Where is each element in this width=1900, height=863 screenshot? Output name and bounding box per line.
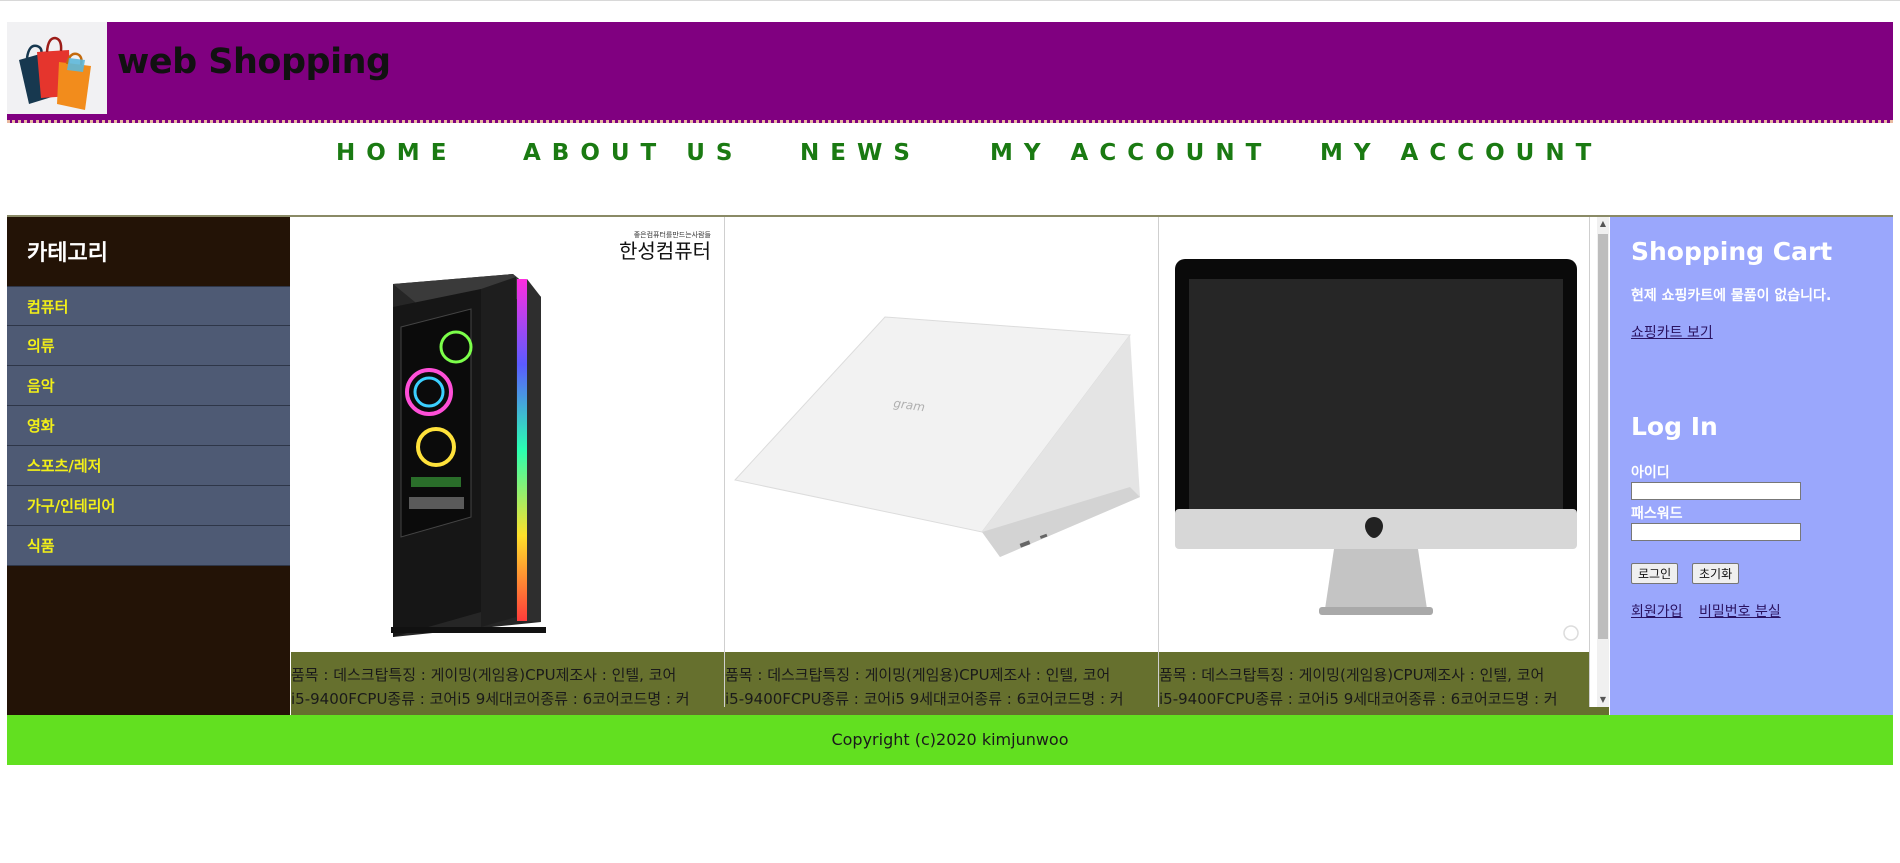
product-scrollbar[interactable]: ▲ ▼ bbox=[1597, 217, 1609, 707]
site-header: web Shopping bbox=[7, 22, 1893, 123]
product-desc-line-2: i5-9400FCPU종류 : 코어i5 9세대코어종류 : 6코어코드명 : … bbox=[725, 690, 1124, 707]
nav-my-account-2[interactable]: MY ACCOUNT bbox=[1320, 140, 1602, 166]
cart-login-panel: Shopping Cart 현제 쇼핑카트에 물품이 없습니다. 쇼핑카트 보기… bbox=[1610, 217, 1893, 715]
product-desc-line-1: 품목 : 데스크탑특징 : 게이밍(게임용)CPU제조사 : 인텔, 코어 bbox=[725, 666, 1111, 684]
login-button[interactable]: 로그인 bbox=[1631, 563, 1679, 584]
category-list: 컴퓨터 의류 음악 영화 스포츠/레저 가구/인테리어 식품 bbox=[7, 286, 290, 566]
main-nav: HOME ABOUT US NEWS MY ACCOUNT MY ACCOUNT bbox=[0, 140, 1900, 174]
imac-image[interactable] bbox=[1159, 217, 1590, 652]
brand-text: 한성컴퓨터 bbox=[619, 239, 711, 263]
category-item-movie[interactable]: 영화 bbox=[7, 406, 290, 446]
product-desc-line-1: 품목 : 데스크탑특징 : 게이밍(게임용)CPU제조사 : 인텔, 코어 bbox=[291, 666, 677, 684]
product-desc-line-2: i5-9400FCPU종류 : 코어i5 9세대코어종류 : 6코어코드명 : … bbox=[291, 690, 690, 707]
product-desc-line-2: i5-9400FCPU종류 : 코어i5 9세대코어종류 : 6코어코드명 : … bbox=[1159, 690, 1558, 707]
product-description: 품목 : 데스크탑특징 : 게이밍(게임용)CPU제조사 : 인텔, 코어 i5… bbox=[291, 652, 724, 707]
category-sidebar: 카테고리 컴퓨터 의류 음악 영화 스포츠/레저 가구/인테리어 식품 bbox=[7, 217, 290, 715]
id-label: 아이디 bbox=[1631, 465, 1670, 481]
find-password-link[interactable]: 비밀번호 분실 bbox=[1699, 601, 1781, 621]
scroll-thumb[interactable] bbox=[1598, 234, 1608, 639]
product-card[interactable]: gram 품목 : 데스크탑특징 : 게이밍(게임용)CPU제조사 : 인텔, … bbox=[725, 217, 1159, 707]
signup-link[interactable]: 회원가입 bbox=[1631, 601, 1683, 621]
category-item-computer[interactable]: 컴퓨터 bbox=[7, 286, 290, 326]
category-item-sports[interactable]: 스포츠/레저 bbox=[7, 446, 290, 486]
logo[interactable] bbox=[7, 22, 107, 114]
site-title: web Shopping bbox=[117, 42, 391, 82]
product-card[interactable]: 품목 : 데스크탑특징 : 게이밍(게임용)CPU제조사 : 인텔, 코어 i5… bbox=[1159, 217, 1590, 707]
cart-empty-text: 현제 쇼핑카트에 물품이 없습니다. bbox=[1631, 288, 1832, 304]
id-input[interactable] bbox=[1631, 482, 1801, 500]
nav-my-account[interactable]: MY ACCOUNT bbox=[990, 140, 1272, 166]
category-item-music[interactable]: 음악 bbox=[7, 366, 290, 406]
category-item-clothing[interactable]: 의류 bbox=[7, 326, 290, 366]
desktop-pc-case-image[interactable]: 좋은컴퓨터를만드는사람들 한성컴퓨터 bbox=[291, 217, 724, 652]
product-description: 품목 : 데스크탑특징 : 게이밍(게임용)CPU제조사 : 인텔, 코어 i5… bbox=[725, 652, 1158, 707]
reset-button[interactable]: 초기화 bbox=[1692, 563, 1740, 584]
product-card[interactable]: 좋은컴퓨터를만드는사람들 한성컴퓨터 품목: 데스크탑특징: 게이밍(게임용… bbox=[291, 217, 725, 707]
white-laptop-image[interactable]: gram bbox=[725, 217, 1158, 652]
category-title: 카테고리 bbox=[27, 241, 108, 266]
shopping-bags-icon bbox=[19, 36, 91, 110]
product-grid: 좋은컴퓨터를만드는사람들 한성컴퓨터 품목: 데스크탑특징: 게이밍(게임용… bbox=[291, 217, 1609, 715]
product-desc-line-1: 품목 : 데스크탑특징 : 게이밍(게임용)CPU제조사 : 인텔, 코어 bbox=[1159, 666, 1545, 684]
product-grid-bottom bbox=[291, 707, 1609, 715]
nav-news[interactable]: NEWS bbox=[800, 140, 921, 166]
cart-title: Shopping Cart bbox=[1631, 237, 1833, 266]
product-description: 품목 : 데스크탑특징 : 게이밍(게임용)CPU제조사 : 인텔, 코어 i5… bbox=[1159, 652, 1589, 707]
password-input[interactable] bbox=[1631, 523, 1801, 541]
site-footer: Copyright (c)2020 kimjunwoo bbox=[7, 715, 1893, 765]
scroll-down-arrow-icon[interactable]: ▼ bbox=[1597, 693, 1609, 707]
view-cart-link[interactable]: 쇼핑카트 보기 bbox=[1631, 322, 1713, 342]
brand-subtext: 좋은컴퓨터를만드는사람들 bbox=[634, 230, 712, 239]
nav-about-us[interactable]: ABOUT US bbox=[523, 140, 744, 166]
login-title: Log In bbox=[1631, 412, 1718, 441]
copyright-text: Copyright (c)2020 kimjunwoo bbox=[831, 730, 1069, 749]
top-border bbox=[0, 0, 1900, 1]
category-item-furniture[interactable]: 가구/인테리어 bbox=[7, 486, 290, 526]
password-label: 패스워드 bbox=[1631, 506, 1683, 522]
nav-home[interactable]: HOME bbox=[336, 140, 457, 166]
scroll-up-arrow-icon[interactable]: ▲ bbox=[1597, 217, 1609, 231]
category-item-food[interactable]: 식품 bbox=[7, 526, 290, 566]
